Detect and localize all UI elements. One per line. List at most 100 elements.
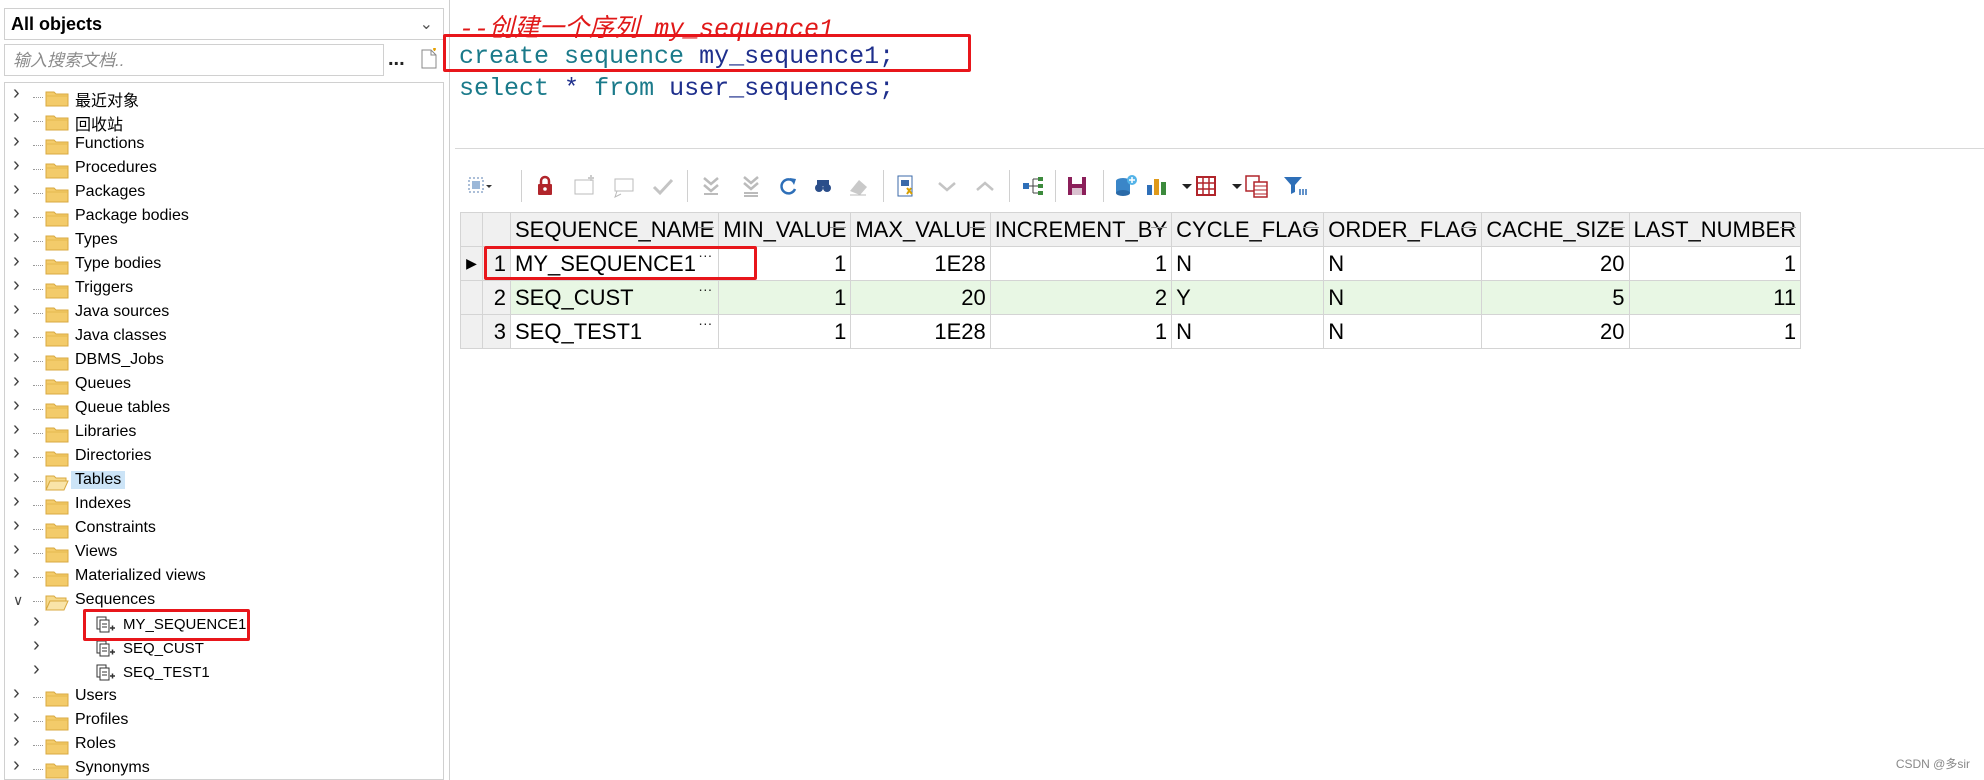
chevron-right-icon[interactable]: › (33, 658, 49, 680)
object-type-select[interactable]: All objects ⌄ (4, 8, 444, 40)
chevron-right-icon[interactable]: › (13, 562, 29, 584)
chart-icon[interactable] (1143, 172, 1171, 200)
column-menu-icon[interactable] (1303, 227, 1320, 228)
current-row-indicator[interactable]: ▶ (460, 246, 483, 281)
cell-min-value[interactable]: 1 (718, 314, 852, 349)
cell-cache-size[interactable]: 5 (1481, 280, 1630, 315)
sql-editor[interactable]: --创建一个序列 my_sequence1 create sequence my… (455, 0, 1984, 149)
fetch-last-icon[interactable] (737, 172, 765, 200)
column-menu-icon[interactable] (1461, 227, 1478, 228)
chevron-right-icon[interactable]: › (13, 730, 29, 752)
chevron-right-icon[interactable]: › (13, 754, 29, 776)
column-menu-icon[interactable] (698, 227, 715, 228)
clear-icon[interactable] (845, 172, 873, 200)
column-header-cycle-flag[interactable]: CYCLE_FLAG (1171, 212, 1325, 247)
post-changes-icon[interactable] (649, 172, 677, 200)
compare-records-icon[interactable] (1243, 172, 1271, 200)
cell-order-flag[interactable]: N (1323, 280, 1483, 315)
chevron-right-icon[interactable]: › (13, 130, 29, 152)
cell-increment-by[interactable]: 2 (989, 280, 1173, 315)
next-record-icon[interactable] (971, 172, 999, 200)
chevron-right-icon[interactable]: › (13, 274, 29, 296)
cell-order-flag[interactable]: N (1323, 314, 1483, 349)
table-row[interactable]: 3 SEQ_TEST1 ··· 1 1E28 1 N N 20 1 (460, 314, 1802, 349)
export-icon[interactable] (1111, 172, 1139, 200)
insert-record-icon[interactable] (571, 172, 599, 200)
cell-sequence-name[interactable]: SEQ_CUST ··· (509, 280, 720, 315)
lock-icon[interactable] (531, 172, 559, 200)
cell-max-value[interactable]: 20 (850, 280, 991, 315)
cell-cache-size[interactable]: 20 (1481, 314, 1630, 349)
chevron-right-icon[interactable]: › (13, 178, 29, 200)
column-header-last-number[interactable]: LAST_NUMBER (1628, 212, 1802, 247)
delete-record-icon[interactable] (611, 172, 639, 200)
row-marker-cell[interactable] (460, 280, 483, 315)
chevron-right-icon[interactable]: › (13, 490, 29, 512)
row-number[interactable]: 3 (482, 314, 511, 349)
filter-icon[interactable] (1281, 172, 1309, 200)
select-columns-icon[interactable] (465, 172, 493, 200)
column-menu-icon[interactable] (1780, 227, 1797, 228)
cell-last-number[interactable]: 1 (1628, 246, 1802, 281)
cell-cycle-flag[interactable]: Y (1171, 280, 1325, 315)
chevron-down-icon[interactable]: ∨ (13, 592, 29, 608)
grid-layout-icon[interactable] (1193, 172, 1221, 200)
column-header-increment-by[interactable]: INCREMENT_BY (989, 212, 1173, 247)
chevron-right-icon[interactable]: › (13, 682, 29, 704)
column-menu-icon[interactable] (1151, 227, 1168, 228)
fetch-next-icon[interactable] (697, 172, 725, 200)
search-input[interactable] (11, 46, 375, 76)
cell-last-number[interactable]: 11 (1628, 280, 1802, 315)
chevron-right-icon[interactable]: › (13, 538, 29, 560)
column-header-sequence-name[interactable]: SEQUENCE_NAME (509, 212, 720, 247)
column-header-min-value[interactable]: MIN_VALUE (718, 212, 852, 247)
chevron-right-icon[interactable]: › (33, 610, 49, 632)
chevron-right-icon[interactable]: › (13, 514, 29, 536)
row-number[interactable]: 2 (482, 280, 511, 315)
query-by-example-icon[interactable] (893, 172, 921, 200)
chevron-right-icon[interactable]: › (13, 83, 29, 104)
single-record-view-icon[interactable] (1019, 172, 1047, 200)
column-header-max-value[interactable]: MAX_VALUE (850, 212, 991, 247)
find-icon[interactable] (809, 172, 837, 200)
column-menu-icon[interactable] (830, 227, 847, 228)
cell-cache-size[interactable]: 20 (1481, 246, 1630, 281)
chevron-right-icon[interactable]: › (13, 106, 29, 128)
chevron-right-icon[interactable]: › (13, 370, 29, 392)
save-icon[interactable] (1063, 172, 1091, 200)
chevron-right-icon[interactable]: › (13, 706, 29, 728)
cell-edit-button[interactable]: ··· (698, 282, 712, 298)
cell-increment-by[interactable]: 1 (989, 314, 1173, 349)
chevron-right-icon[interactable]: › (13, 298, 29, 320)
cell-sequence-name[interactable]: SEQ_TEST1 ··· (509, 314, 720, 349)
cell-last-number[interactable]: 1 (1628, 314, 1802, 349)
chevron-right-icon[interactable]: › (13, 442, 29, 464)
chevron-right-icon[interactable]: › (13, 154, 29, 176)
chevron-right-icon[interactable]: › (13, 322, 29, 344)
chevron-right-icon[interactable]: › (13, 418, 29, 440)
row-marker-cell[interactable] (460, 314, 483, 349)
cell-max-value[interactable]: 1E28 (850, 314, 991, 349)
column-menu-icon[interactable] (969, 227, 986, 228)
search-field[interactable] (4, 44, 384, 76)
chevron-right-icon[interactable]: › (33, 634, 49, 656)
chevron-right-icon[interactable]: › (13, 466, 29, 488)
cell-order-flag[interactable]: N (1323, 246, 1483, 281)
chevron-right-icon[interactable]: › (13, 202, 29, 224)
cell-increment-by[interactable]: 1 (989, 246, 1173, 281)
grid-dropdown-icon[interactable] (1223, 172, 1242, 200)
new-document-icon[interactable] (419, 48, 439, 70)
cell-cycle-flag[interactable]: N (1171, 246, 1325, 281)
chevron-right-icon[interactable]: › (13, 394, 29, 416)
chevron-right-icon[interactable]: › (13, 250, 29, 272)
column-menu-icon[interactable] (1608, 227, 1625, 228)
cell-max-value[interactable]: 1E28 (850, 246, 991, 281)
cell-cycle-flag[interactable]: N (1171, 314, 1325, 349)
chevron-right-icon[interactable]: › (13, 346, 29, 368)
previous-record-icon[interactable] (933, 172, 961, 200)
refresh-icon[interactable] (775, 172, 803, 200)
column-header-cache-size[interactable]: CACHE_SIZE (1481, 212, 1630, 247)
cell-edit-button[interactable]: ··· (698, 316, 712, 332)
cell-min-value[interactable]: 1 (718, 280, 852, 315)
column-header-order-flag[interactable]: ORDER_FLAG (1323, 212, 1483, 247)
